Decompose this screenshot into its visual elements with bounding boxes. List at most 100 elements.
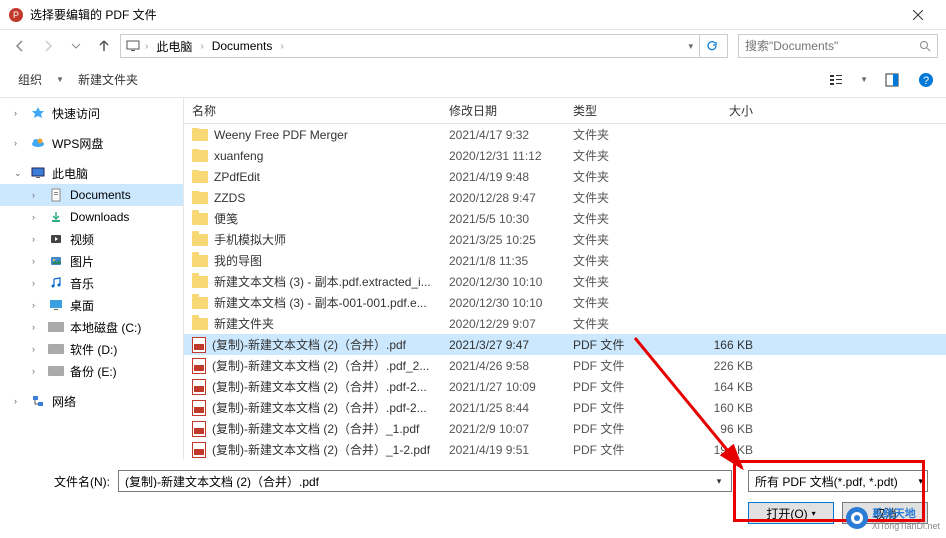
chevron-right-icon: ›: [198, 41, 205, 52]
col-type[interactable]: 类型: [573, 102, 683, 119]
organize-button[interactable]: 组织: [18, 71, 42, 88]
file-date: 2020/12/31 11:12: [449, 149, 573, 163]
table-row[interactable]: (复制)-新建文本文档 (2)（合并）.pdf_2...2021/4/26 9:…: [184, 355, 946, 376]
file-date: 2021/4/17 9:32: [449, 128, 573, 142]
file-type: 文件夹: [573, 315, 683, 332]
sidebar-this-pc[interactable]: ⌄此电脑: [0, 162, 183, 184]
file-size: 226 KB: [683, 359, 763, 373]
sidebar-network[interactable]: ›网络: [0, 390, 183, 412]
forward-button[interactable]: [36, 34, 60, 58]
download-icon: [48, 209, 64, 225]
view-button[interactable]: [826, 70, 846, 90]
folder-icon: [192, 129, 208, 141]
file-name: 手机模拟大师: [184, 231, 449, 248]
sidebar-quick-access[interactable]: ›快速访问: [0, 102, 183, 124]
table-row[interactable]: 新建文件夹2020/12/29 9:07文件夹: [184, 313, 946, 334]
file-type: PDF 文件: [573, 420, 683, 437]
column-headers[interactable]: 名称 修改日期 类型 大小: [184, 98, 946, 124]
file-size: 194 KB: [683, 443, 763, 457]
file-rows: Weeny Free PDF Merger2021/4/17 9:32文件夹xu…: [184, 124, 946, 460]
chevron-right-icon: ›: [278, 41, 285, 52]
desktop-icon: [48, 297, 64, 313]
file-date: 2021/2/9 10:07: [449, 422, 573, 436]
toolbar: 组织 ▼ 新建文件夹 ▼ ?: [0, 62, 946, 98]
close-button[interactable]: [898, 0, 938, 30]
file-type: PDF 文件: [573, 357, 683, 374]
table-row[interactable]: (复制)-新建文本文档 (2)（合并）_1-2.pdf2021/4/19 9:5…: [184, 439, 946, 460]
table-row[interactable]: 我的导图2021/1/8 11:35文件夹: [184, 250, 946, 271]
table-row[interactable]: (复制)-新建文本文档 (2)（合并）.pdf-2...2021/1/27 10…: [184, 376, 946, 397]
col-date[interactable]: 修改日期: [449, 102, 573, 119]
table-row[interactable]: 便笺2021/5/5 10:30文件夹: [184, 208, 946, 229]
chevron-down-icon[interactable]: ▾: [684, 41, 697, 52]
new-folder-button[interactable]: 新建文件夹: [78, 71, 138, 88]
file-date: 2020/12/29 9:07: [449, 317, 573, 331]
sidebar-soft-d[interactable]: ›软件 (D:): [0, 338, 183, 360]
window-title: 选择要编辑的 PDF 文件: [30, 6, 898, 23]
table-row[interactable]: (复制)-新建文本文档 (2)（合并）.pdf-2...2021/1/25 8:…: [184, 397, 946, 418]
up-button[interactable]: [92, 34, 116, 58]
watermark-icon: [845, 506, 869, 530]
sidebar-backup-e[interactable]: ›备份 (E:): [0, 360, 183, 382]
filename-label: 文件名(N):: [18, 473, 110, 490]
filename-input[interactable]: ▾: [118, 470, 732, 492]
file-type: PDF 文件: [573, 441, 683, 458]
file-date: 2021/1/8 11:35: [449, 254, 573, 268]
filename-field[interactable]: [125, 474, 711, 488]
sidebar-videos[interactable]: ›视频: [0, 228, 183, 250]
search-field[interactable]: [745, 39, 919, 53]
table-row[interactable]: (复制)-新建文本文档 (2)（合并）.pdf2021/3/27 9:47PDF…: [184, 334, 946, 355]
file-size: 164 KB: [683, 380, 763, 394]
table-row[interactable]: 手机模拟大师2021/3/25 10:25文件夹: [184, 229, 946, 250]
refresh-button[interactable]: [699, 35, 723, 57]
file-size: 96 KB: [683, 422, 763, 436]
sidebar-wps[interactable]: ›WPS网盘: [0, 132, 183, 154]
table-row[interactable]: 新建文本文档 (3) - 副本-001-001.pdf.e...2020/12/…: [184, 292, 946, 313]
preview-pane-button[interactable]: [882, 70, 902, 90]
app-icon: P: [8, 7, 24, 23]
table-row[interactable]: (复制)-新建文本文档 (2)（合并）_1.pdf2021/2/9 10:07P…: [184, 418, 946, 439]
folder-icon: [192, 150, 208, 162]
search-icon: [919, 40, 931, 52]
file-date: 2020/12/30 10:10: [449, 296, 573, 310]
pc-icon: [30, 165, 46, 181]
table-row[interactable]: 新建文本文档 (3) - 副本.pdf.extracted_i...2020/1…: [184, 271, 946, 292]
table-row[interactable]: ZZDS2020/12/28 9:47文件夹: [184, 187, 946, 208]
file-name: 新建文件夹: [184, 315, 449, 332]
table-row[interactable]: Weeny Free PDF Merger2021/4/17 9:32文件夹: [184, 124, 946, 145]
network-icon: [30, 393, 46, 409]
sidebar-desktop[interactable]: ›桌面: [0, 294, 183, 316]
breadcrumb-pc[interactable]: 此电脑: [152, 36, 196, 57]
file-date: 2020/12/30 10:10: [449, 275, 573, 289]
sidebar-downloads[interactable]: ›Downloads: [0, 206, 183, 228]
file-date: 2021/1/27 10:09: [449, 380, 573, 394]
chevron-down-icon[interactable]: ▾: [711, 476, 727, 487]
navbar: › 此电脑 › Documents › ▾: [0, 30, 946, 62]
watermark: 系统天地 XiTongTianDi.net: [845, 505, 940, 531]
table-row[interactable]: ZPdfEdit2021/4/19 9:48文件夹: [184, 166, 946, 187]
recent-button[interactable]: [64, 34, 88, 58]
breadcrumb-documents[interactable]: Documents: [208, 37, 277, 55]
file-type: 文件夹: [573, 189, 683, 206]
col-size[interactable]: 大小: [683, 102, 763, 119]
drive-icon: [48, 341, 64, 357]
file-type: 文件夹: [573, 294, 683, 311]
file-name: ZZDS: [184, 191, 449, 205]
table-row[interactable]: xuanfeng2020/12/31 11:12文件夹: [184, 145, 946, 166]
sidebar: ›快速访问 ›WPS网盘 ⌄此电脑 ›Documents ›Downloads …: [0, 98, 184, 460]
file-type: 文件夹: [573, 147, 683, 164]
sidebar-pictures[interactable]: ›图片: [0, 250, 183, 272]
help-button[interactable]: ?: [916, 70, 936, 90]
breadcrumb[interactable]: › 此电脑 › Documents › ▾: [120, 34, 728, 58]
file-name: 我的导图: [184, 252, 449, 269]
sidebar-documents[interactable]: ›Documents: [0, 184, 183, 206]
file-date: 2021/4/19 9:48: [449, 170, 573, 184]
back-button[interactable]: [8, 34, 32, 58]
file-date: 2021/3/27 9:47: [449, 338, 573, 352]
search-input[interactable]: [738, 34, 938, 58]
file-type: 文件夹: [573, 231, 683, 248]
sidebar-local-c[interactable]: ›本地磁盘 (C:): [0, 316, 183, 338]
sidebar-music[interactable]: ›音乐: [0, 272, 183, 294]
file-name: (复制)-新建文本文档 (2)（合并）.pdf-2...: [184, 378, 449, 395]
col-name[interactable]: 名称: [184, 102, 449, 119]
